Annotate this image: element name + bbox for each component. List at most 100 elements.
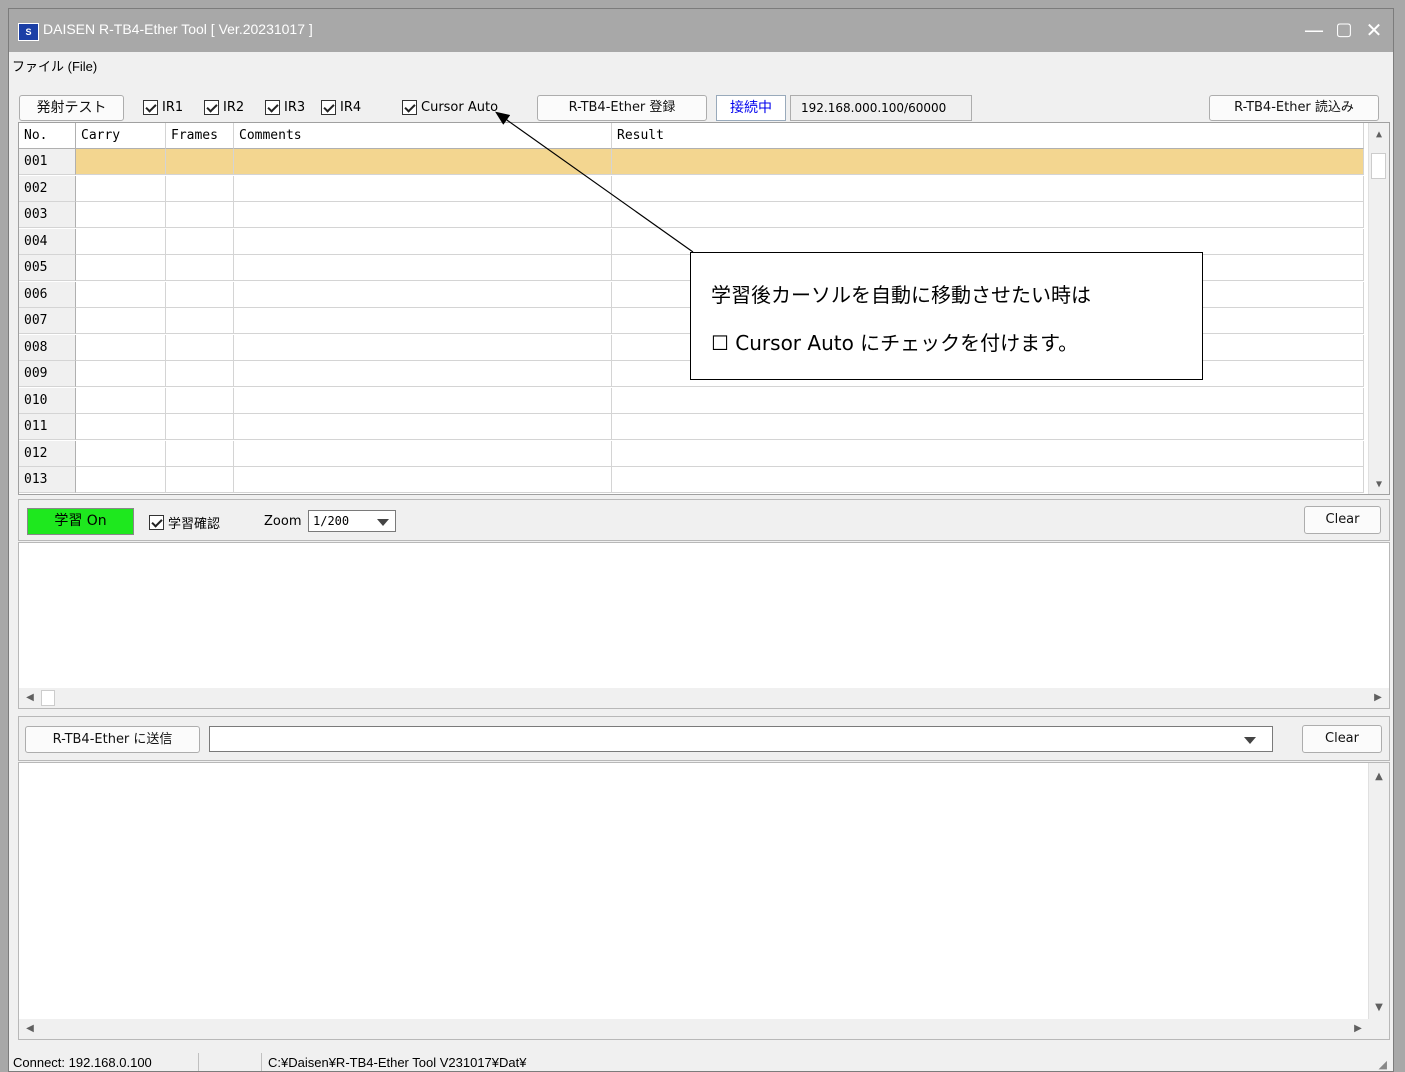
table-cell[interactable] bbox=[76, 175, 166, 202]
row-number[interactable]: 007 bbox=[19, 308, 76, 334]
row-number[interactable]: 004 bbox=[19, 228, 76, 255]
send-command-input[interactable] bbox=[209, 726, 1273, 752]
cursor-auto-checkbox[interactable]: Cursor Auto bbox=[402, 100, 498, 115]
table-cell[interactable] bbox=[234, 440, 612, 467]
table-cell[interactable] bbox=[234, 467, 612, 493]
scroll-up-icon[interactable]: ▲ bbox=[1370, 771, 1388, 782]
minimize-button[interactable]: — bbox=[1301, 17, 1327, 43]
table-row[interactable]: 001 bbox=[19, 149, 1364, 175]
table-cell[interactable] bbox=[234, 334, 612, 361]
learn-on-button[interactable]: 学習 On bbox=[27, 508, 134, 535]
table-cell[interactable] bbox=[166, 308, 234, 334]
zoom-select[interactable]: 1/200 bbox=[308, 510, 396, 532]
log-horizontal-scrollbar[interactable]: ◀ ▶ bbox=[19, 1019, 1389, 1039]
table-cell[interactable] bbox=[76, 228, 166, 255]
row-number[interactable]: 009 bbox=[19, 361, 76, 387]
table-cell[interactable] bbox=[234, 414, 612, 440]
row-number[interactable]: 012 bbox=[19, 440, 76, 467]
scroll-right-icon[interactable]: ▶ bbox=[1369, 692, 1387, 703]
chevron-down-icon[interactable] bbox=[1244, 737, 1256, 744]
address-field[interactable]: 192.168.000.100/60000 bbox=[790, 95, 972, 121]
scroll-thumb[interactable] bbox=[1371, 153, 1386, 179]
table-cell[interactable] bbox=[234, 361, 612, 387]
header-frames[interactable]: Frames bbox=[166, 123, 234, 149]
read-button[interactable]: R-TB4-Ether 読込み bbox=[1209, 95, 1379, 121]
scroll-thumb[interactable] bbox=[41, 690, 55, 706]
scroll-down-icon[interactable]: ▼ bbox=[1370, 479, 1388, 490]
send-button[interactable]: R-TB4-Ether に送信 bbox=[25, 726, 200, 753]
table-cell[interactable] bbox=[166, 255, 234, 281]
table-cell[interactable] bbox=[76, 149, 166, 175]
learn-clear-button[interactable]: Clear bbox=[1304, 506, 1381, 534]
scroll-down-icon[interactable]: ▼ bbox=[1370, 1002, 1388, 1013]
table-cell[interactable] bbox=[76, 255, 166, 281]
table-row[interactable]: 010 bbox=[19, 387, 1364, 414]
table-row[interactable]: 002 bbox=[19, 175, 1364, 202]
table-cell[interactable] bbox=[76, 334, 166, 361]
grid-vertical-scrollbar[interactable]: ▲ ▼ bbox=[1368, 123, 1389, 494]
table-cell[interactable] bbox=[234, 308, 612, 334]
table-cell[interactable] bbox=[166, 334, 234, 361]
ir1-checkbox[interactable]: IR1 bbox=[143, 100, 183, 115]
header-comments[interactable]: Comments bbox=[234, 123, 612, 149]
table-row[interactable]: 004 bbox=[19, 228, 1364, 255]
log-vertical-scrollbar[interactable]: ▲ ▼ bbox=[1368, 763, 1389, 1019]
row-number[interactable]: 010 bbox=[19, 387, 76, 414]
table-row[interactable]: 013 bbox=[19, 467, 1364, 493]
table-row[interactable]: 011 bbox=[19, 414, 1364, 440]
table-cell[interactable] bbox=[76, 387, 166, 414]
table-cell[interactable] bbox=[76, 467, 166, 493]
table-cell[interactable] bbox=[234, 149, 612, 175]
table-cell[interactable] bbox=[166, 175, 234, 202]
table-cell[interactable] bbox=[76, 440, 166, 467]
table-cell[interactable] bbox=[234, 228, 612, 255]
table-cell[interactable] bbox=[612, 440, 1364, 467]
table-cell[interactable] bbox=[612, 202, 1364, 228]
row-number[interactable]: 013 bbox=[19, 467, 76, 493]
row-number[interactable]: 008 bbox=[19, 334, 76, 361]
table-cell[interactable] bbox=[612, 149, 1364, 175]
scroll-up-icon[interactable]: ▲ bbox=[1370, 129, 1388, 140]
ir4-checkbox[interactable]: IR4 bbox=[321, 100, 361, 115]
send-clear-button[interactable]: Clear bbox=[1302, 725, 1382, 753]
close-button[interactable]: ✕ bbox=[1361, 17, 1387, 43]
table-cell[interactable] bbox=[76, 308, 166, 334]
table-cell[interactable] bbox=[166, 202, 234, 228]
resize-grip-icon[interactable]: ◢ bbox=[1379, 1058, 1387, 1071]
title-bar[interactable]: S DAISEN R-TB4-Ether Tool [ Ver.20231017… bbox=[9, 9, 1393, 52]
table-cell[interactable] bbox=[166, 281, 234, 308]
scroll-left-icon[interactable]: ◀ bbox=[21, 692, 39, 703]
ir3-checkbox[interactable]: IR3 bbox=[265, 100, 305, 115]
log-output-area[interactable]: ▲ ▼ ◀ ▶ bbox=[18, 762, 1390, 1040]
table-cell[interactable] bbox=[76, 202, 166, 228]
row-number[interactable]: 003 bbox=[19, 202, 76, 228]
table-cell[interactable] bbox=[234, 255, 612, 281]
row-number[interactable]: 001 bbox=[19, 149, 76, 175]
header-no[interactable]: No. bbox=[19, 123, 76, 149]
row-number[interactable]: 005 bbox=[19, 255, 76, 281]
header-result[interactable]: Result bbox=[612, 123, 1364, 149]
table-cell[interactable] bbox=[612, 228, 1364, 255]
header-carry[interactable]: Carry bbox=[76, 123, 166, 149]
table-cell[interactable] bbox=[612, 467, 1364, 493]
menu-file[interactable]: ファイル (File) bbox=[12, 56, 97, 75]
fire-test-button[interactable]: 発射テスト bbox=[19, 95, 124, 121]
table-cell[interactable] bbox=[234, 175, 612, 202]
waveform-horizontal-scrollbar[interactable]: ◀ ▶ bbox=[19, 688, 1389, 708]
table-cell[interactable] bbox=[234, 202, 612, 228]
register-button[interactable]: R-TB4-Ether 登録 bbox=[537, 95, 707, 121]
table-cell[interactable] bbox=[76, 361, 166, 387]
table-cell[interactable] bbox=[76, 414, 166, 440]
scroll-right-icon[interactable]: ▶ bbox=[1349, 1023, 1367, 1034]
table-cell[interactable] bbox=[234, 387, 612, 414]
table-cell[interactable] bbox=[76, 281, 166, 308]
table-cell[interactable] bbox=[166, 387, 234, 414]
table-cell[interactable] bbox=[166, 467, 234, 493]
row-number[interactable]: 006 bbox=[19, 281, 76, 308]
table-cell[interactable] bbox=[612, 414, 1364, 440]
table-cell[interactable] bbox=[166, 228, 234, 255]
table-cell[interactable] bbox=[612, 175, 1364, 202]
scroll-left-icon[interactable]: ◀ bbox=[21, 1023, 39, 1034]
table-cell[interactable] bbox=[166, 149, 234, 175]
table-row[interactable]: 003 bbox=[19, 202, 1364, 228]
